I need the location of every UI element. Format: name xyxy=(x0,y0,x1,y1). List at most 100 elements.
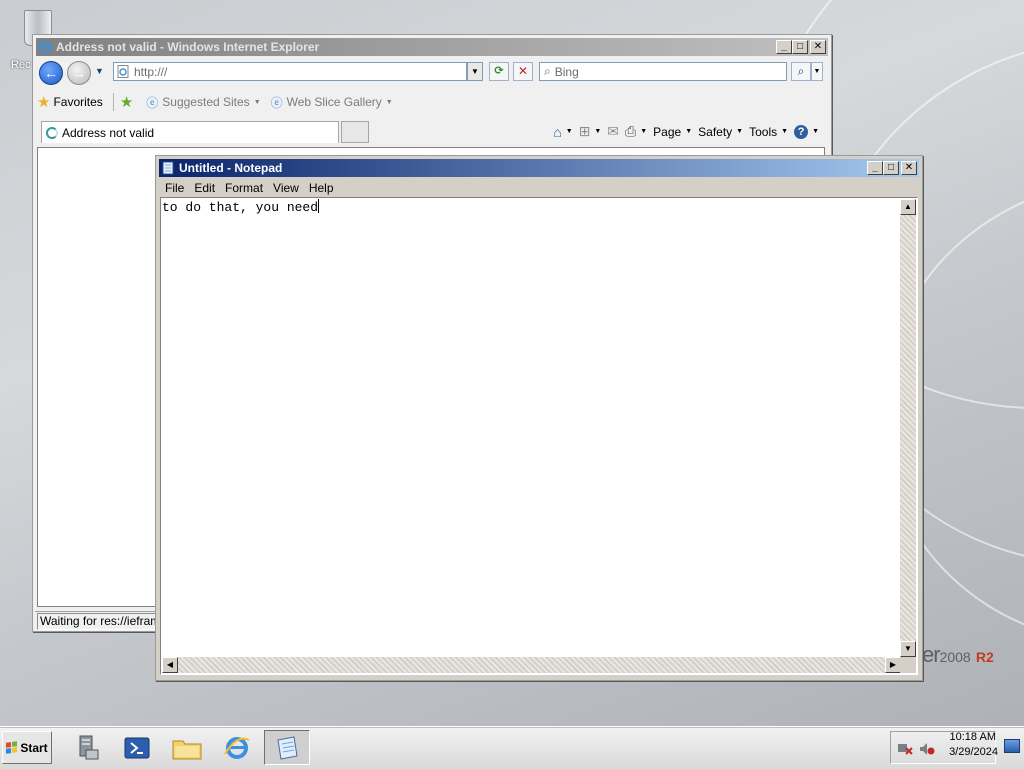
mail-icon: ✉ xyxy=(607,123,620,139)
notepad-titlebar[interactable]: Untitled - Notepad _ □ ✕ xyxy=(159,159,919,177)
refresh-button[interactable]: ⟳ xyxy=(489,62,509,81)
separator xyxy=(112,93,114,111)
page-menu-label: Page xyxy=(653,124,682,139)
address-bar[interactable]: http:/// xyxy=(113,62,467,81)
print-button[interactable]: ⎙ ▼ xyxy=(625,123,647,140)
scroll-right-button[interactable]: ▶ xyxy=(885,657,901,673)
clock-date[interactable]: 3/29/2024 xyxy=(949,746,998,758)
menu-edit[interactable]: Edit xyxy=(189,181,220,195)
menu-help[interactable]: Help xyxy=(304,181,339,195)
show-desktop-icon[interactable] xyxy=(1004,739,1020,753)
windows-logo-icon xyxy=(6,741,18,754)
ie-logo-icon xyxy=(224,736,250,759)
favorites-label: Favorites xyxy=(53,95,103,109)
scroll-down-button[interactable]: ▼ xyxy=(900,641,916,657)
minimize-button[interactable]: _ xyxy=(867,161,883,175)
star-icon: ★ xyxy=(37,94,51,111)
recycle-bin-label: Rec xyxy=(11,59,31,71)
taskbar: Start 10:18 AM 3/29/2024 xyxy=(0,726,1024,769)
chevron-down-icon: ▼ xyxy=(253,98,261,106)
text-caret xyxy=(318,199,320,213)
mail-button[interactable]: ✉ xyxy=(607,123,619,140)
search-placeholder: Bing xyxy=(554,64,579,79)
chevron-down-icon: ▼ xyxy=(736,128,744,135)
scroll-left-button[interactable]: ◀ xyxy=(162,657,178,673)
ie-taskbar-button[interactable] xyxy=(214,730,260,765)
folder-icon xyxy=(172,740,202,759)
powershell-taskbar-button[interactable] xyxy=(114,730,160,765)
powershell-icon xyxy=(124,737,150,758)
tab-address-not-valid[interactable]: Address not valid xyxy=(41,121,339,143)
branding-version: 2008 xyxy=(939,649,971,665)
search-button[interactable]: ⌕ xyxy=(791,62,811,81)
size-grip[interactable] xyxy=(900,657,916,673)
notepad-icon xyxy=(162,161,174,175)
branding-text: er xyxy=(922,642,941,667)
minimize-button[interactable]: _ xyxy=(776,40,792,54)
branding-edition: R2 xyxy=(975,649,994,665)
tools-menu-label: Tools xyxy=(749,124,778,139)
loading-spinner-icon xyxy=(46,126,58,139)
menu-format[interactable]: Format xyxy=(220,181,268,195)
server-manager-icon xyxy=(79,735,99,759)
close-button[interactable]: ✕ xyxy=(810,40,826,54)
search-input[interactable]: ⌕ Bing xyxy=(539,62,787,81)
tools-menu[interactable]: Tools ▼ xyxy=(749,125,788,139)
page-menu[interactable]: Page ▼ xyxy=(653,125,692,139)
menu-file[interactable]: File xyxy=(160,181,189,195)
close-button[interactable]: ✕ xyxy=(901,161,917,175)
rss-icon: ⊞ xyxy=(578,123,591,139)
ie-address-row: ← → ▼ http:/// ▼ ⟳ ✕ ⌕ Bing ⌕ ▼ xyxy=(37,60,827,86)
notepad-title: Untitled - Notepad xyxy=(179,161,283,175)
notepad-menubar: File Edit Format View Help xyxy=(160,179,339,197)
help-button[interactable]: ? ▼ xyxy=(794,124,819,139)
printer-icon: ⎙ xyxy=(625,123,637,139)
ie-page-icon: ⓔ xyxy=(146,95,159,110)
maximize-button[interactable]: □ xyxy=(792,40,808,54)
menu-view[interactable]: View xyxy=(268,181,304,195)
ie-title: Address not valid - Windows Internet Exp… xyxy=(56,40,320,54)
ie-logo-icon xyxy=(38,40,52,54)
os-branding: er2008 R2 xyxy=(922,642,994,668)
search-icon: ⌕ xyxy=(544,64,551,78)
explorer-taskbar-button[interactable] xyxy=(164,730,210,765)
forward-button[interactable]: → xyxy=(67,61,91,85)
scroll-up-button[interactable]: ▲ xyxy=(900,199,916,215)
ie-titlebar[interactable]: Address not valid - Windows Internet Exp… xyxy=(36,38,828,56)
new-tab-button[interactable] xyxy=(341,121,369,143)
server-manager-taskbar-button[interactable] xyxy=(64,730,110,765)
chevron-down-icon: ▼ xyxy=(781,128,789,135)
fav-item-label: Suggested Sites xyxy=(162,95,250,109)
stop-button[interactable]: ✕ xyxy=(513,62,533,81)
address-dropdown-button[interactable]: ▼ xyxy=(467,62,483,81)
notepad-window[interactable]: Untitled - Notepad _ □ ✕ File Edit Forma… xyxy=(155,155,923,681)
fav-item-label: Web Slice Gallery xyxy=(286,95,382,109)
safety-menu-label: Safety xyxy=(698,124,733,139)
notepad-taskbar-button[interactable] xyxy=(264,730,310,765)
start-label: Start xyxy=(20,740,48,755)
recent-pages-dropdown-icon[interactable]: ▼ xyxy=(95,66,104,76)
favorites-button[interactable]: ★ Favorites xyxy=(37,93,103,111)
add-to-favorites-bar-button[interactable]: ★ xyxy=(120,93,136,111)
volume-muted-icon[interactable] xyxy=(919,742,935,756)
chevron-down-icon: ▼ xyxy=(640,128,648,135)
vertical-scrollbar[interactable]: ▲ ▼ xyxy=(900,199,916,657)
chevron-down-icon: ▼ xyxy=(565,128,573,135)
back-button[interactable]: ← xyxy=(39,61,63,85)
network-icon[interactable] xyxy=(897,742,913,756)
search-options-dropdown[interactable]: ▼ xyxy=(811,62,823,81)
help-icon: ? xyxy=(794,124,809,139)
horizontal-scrollbar[interactable]: ◀ ▶ xyxy=(162,657,901,673)
home-button[interactable]: ⌂ ▼ xyxy=(553,124,572,140)
fav-item-web-slice-gallery[interactable]: ⓔ Web Slice Gallery ▼ xyxy=(271,94,393,111)
address-text: http:/// xyxy=(134,64,168,79)
start-button[interactable]: Start xyxy=(2,731,52,764)
home-icon: ⌂ xyxy=(553,123,562,140)
chevron-down-icon: ▼ xyxy=(385,98,393,106)
feeds-button[interactable]: ⊞ ▼ xyxy=(579,123,602,140)
maximize-button[interactable]: □ xyxy=(883,161,899,175)
notepad-text-area[interactable]: to do that, you need ▲ ▼ ◀ ▶ xyxy=(160,197,918,675)
clock-time[interactable]: 10:18 AM xyxy=(950,731,996,743)
fav-item-suggested-sites[interactable]: ⓔ Suggested Sites ▼ xyxy=(146,94,260,111)
safety-menu[interactable]: Safety ▼ xyxy=(698,125,743,139)
